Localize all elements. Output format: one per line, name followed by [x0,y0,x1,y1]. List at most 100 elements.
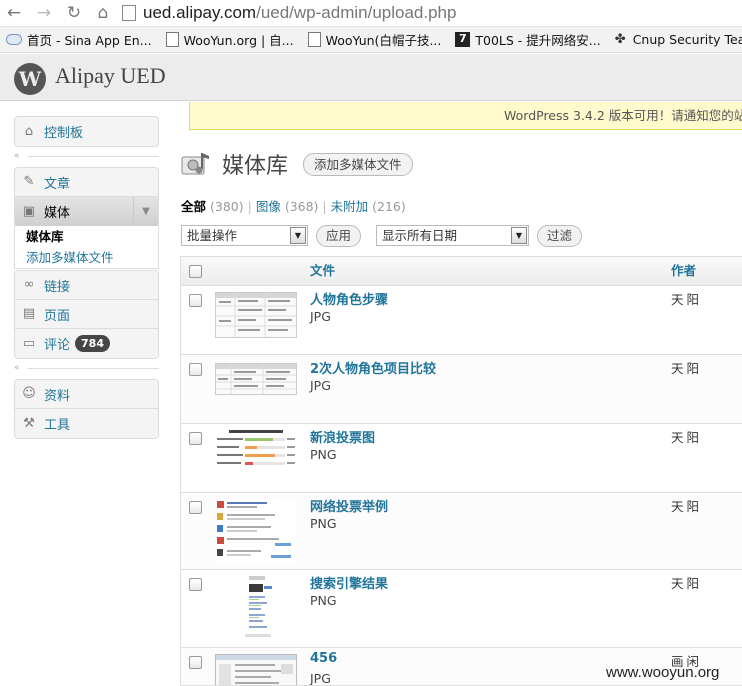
file-type: JPG [310,671,331,686]
table-row: 搜索引擎结果 PNG 天阳 [181,570,742,648]
filter-button[interactable]: 过滤 [537,225,583,247]
thumbnail-image[interactable] [215,428,297,468]
submenu-item-add-new[interactable]: 添加多媒体文件 [15,247,158,268]
seven-icon: 7 [455,32,471,47]
row-checkbox[interactable] [189,294,202,307]
pages-icon: ▤ [22,306,36,321]
table-header: 文件 作者 [181,257,742,286]
author-name: 天阳 [671,576,703,591]
media-icon: ▣ [22,203,36,219]
page-title: 媒体库 [222,153,289,178]
submenu-item-library[interactable]: 媒体库 [15,226,158,247]
row-checkbox[interactable] [189,501,202,514]
menu-group-content-2: ∞ 链接 ▤ 页面 ▭ 评论 784 [14,270,159,359]
tools-icon: ⚒ [23,415,35,431]
row-checkbox[interactable] [189,656,202,669]
date-filter-value: 显示所有日期 [382,228,458,243]
thumbnail-image[interactable] [215,292,297,338]
bookmark-t00ls[interactable]: 7 T00LS - 提升网络安... [455,30,601,49]
apply-button[interactable]: 应用 [316,225,362,247]
bookmark-sina[interactable]: 首页 - Sina App En... [6,30,152,49]
file-title-link[interactable]: 网络投票举例 [310,496,388,515]
home-icon[interactable]: ⌂ [93,3,113,23]
file-type: PNG [310,593,337,608]
author-name: 天阳 [671,430,703,445]
menu-group-dashboard: ⌂ 控制板 [14,116,159,147]
site-name[interactable]: Alipay UED [55,63,166,89]
menu-item-comments[interactable]: ▭ 评论 784 [15,329,158,358]
media-table: 文件 作者 人物角色步骤 JPG 天阳 2次人物角色项目比较 JPG 天阳 新浪… [180,256,742,686]
filter-unattached[interactable]: 未附加 [331,199,369,214]
bulk-action-value: 批量操作 [187,228,238,243]
filter-all[interactable]: 全部 [181,199,206,214]
dropdown-arrow-icon: ▼ [290,227,306,244]
url-path: /ued/wp-admin/upload.php [256,3,457,22]
media-submenu: 媒体库 添加多媒体文件 [14,226,159,269]
menu-label: 控制板 [44,126,84,141]
status-filter-links: 全部 (380) | 图像 (368) | 未附加 (216) [181,196,406,215]
thumbnail-image[interactable] [215,654,297,685]
bookmark-wooyun-2[interactable]: WooYun(白帽子技... [307,30,442,49]
menu-item-dashboard[interactable]: ⌂ 控制板 [15,117,158,146]
bookmark-label: WooYun(白帽子技... [325,33,442,48]
bookmark-label: 首页 - Sina App En... [27,33,152,48]
table-row: 网络投票举例 PNG 天阳 [181,493,742,570]
chevron-down-icon[interactable]: ▼ [133,197,158,226]
menu-label: 媒体 [44,206,71,221]
thumbnail-image[interactable] [215,574,297,642]
date-filter-select[interactable]: 显示所有日期 ▼ [376,225,529,246]
page-icon [122,5,136,21]
filter-unattached-count: (216) [372,199,406,214]
url-host: ued.alipay.com [143,3,257,22]
comment-icon: ▭ [22,335,36,351]
bookmark-cnup[interactable]: ✤ Cnup Security Team [615,32,742,47]
watermark-text: www.wooyun.org [606,664,720,681]
file-title-link[interactable]: 搜索引擎结果 [310,573,388,592]
row-checkbox[interactable] [189,578,202,591]
home-icon: ⌂ [24,123,34,139]
column-header-file[interactable]: 文件 [310,257,335,285]
file-title-link[interactable]: 456 [310,651,337,666]
reload-icon[interactable]: ↻ [64,3,84,23]
menu-label: 工具 [44,418,71,433]
menu-label: 页面 [44,308,71,324]
address-bar[interactable]: ued.alipay.com/ued/wp-admin/upload.php [122,0,456,26]
page-icon [307,32,321,47]
menu-group-content: ✎ 文章 ▣ 媒体 ▼ [14,167,159,227]
wordpress-logo-icon: W [14,63,46,95]
add-new-media-button[interactable]: 添加多媒体文件 [303,152,413,176]
menu-separator[interactable]: « [14,151,159,162]
back-icon[interactable]: ← [4,3,24,23]
filter-images[interactable]: 图像 [256,199,281,214]
menu-item-profile[interactable]: ☺ 资料 [15,380,158,409]
bulk-action-select[interactable]: 批量操作 ▼ [181,225,308,246]
update-notice[interactable]: WordPress 3.4.2 版本可用！请通知您的站 [189,102,742,130]
page-heading: 媒体库 添加多媒体文件 [180,147,413,181]
menu-item-pages[interactable]: ▤ 页面 [15,300,158,329]
filter-images-count: (368) [284,199,319,214]
cloud-icon [6,34,22,45]
file-title-link[interactable]: 新浪投票图 [310,427,375,446]
file-title-link[interactable]: 2次人物角色项目比较 [310,358,436,377]
menu-item-tools[interactable]: ⚒ 工具 [15,409,158,438]
filter-separator: | [247,199,252,214]
select-all-checkbox[interactable] [189,265,202,278]
menu-separator[interactable]: « [14,363,159,374]
table-row: 人物角色步骤 JPG 天阳 [181,286,742,355]
thumbnail-image[interactable] [215,363,297,395]
thumbnail-image[interactable] [215,499,297,563]
row-checkbox[interactable] [189,363,202,376]
menu-item-posts[interactable]: ✎ 文章 [15,168,158,197]
dropdown-arrow-icon: ▼ [511,227,527,244]
file-title-link[interactable]: 人物角色步骤 [310,289,388,308]
forward-icon[interactable]: → [34,3,54,23]
filter-separator: | [322,199,327,214]
menu-item-media[interactable]: ▣ 媒体 ▼ [15,197,158,226]
menu-label: 评论 [44,338,71,353]
menu-item-links[interactable]: ∞ 链接 [15,271,158,300]
row-checkbox[interactable] [189,432,202,445]
file-type: JPG [310,378,331,393]
bookmark-wooyun-1[interactable]: WooYun.org | 自... [165,30,294,49]
column-header-author[interactable]: 作者 [671,257,696,285]
bookmark-label: T00LS - 提升网络安... [475,33,601,48]
